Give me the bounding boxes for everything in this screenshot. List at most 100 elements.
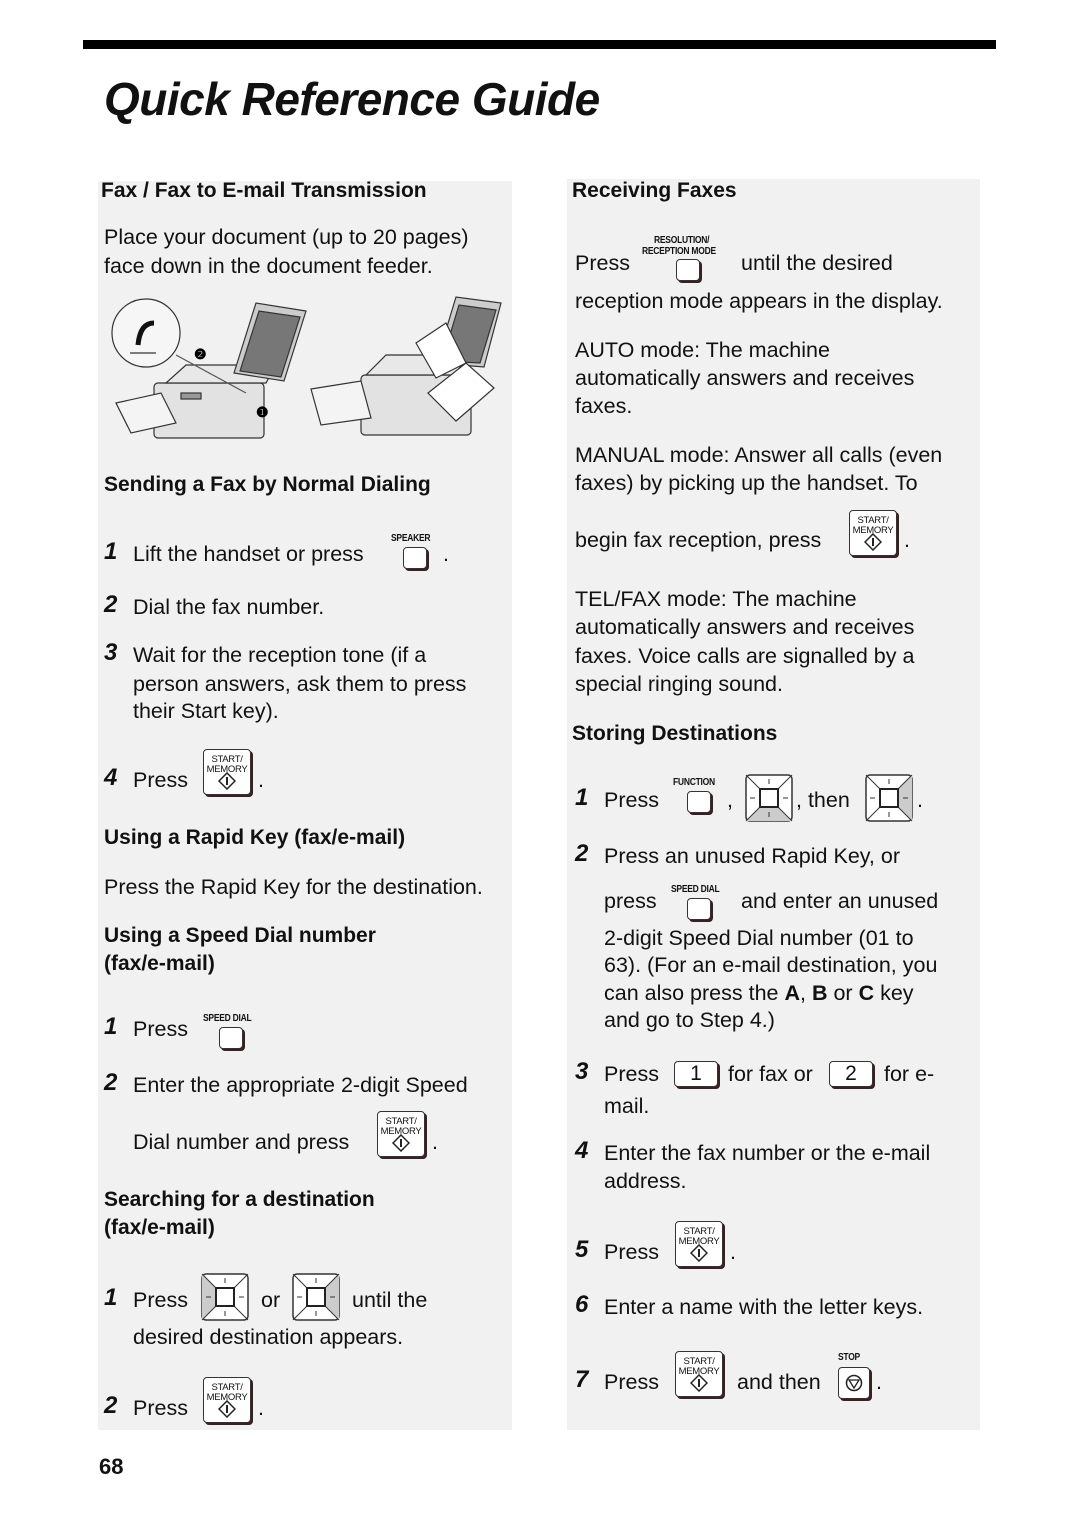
start-memory-key[interactable]: START/MEMORY <box>675 1351 723 1397</box>
step-number: 1 <box>104 538 118 565</box>
manual-mode-line: faxes) by picking up the handset. To <box>575 471 918 495</box>
period: . <box>432 1130 438 1154</box>
step-text: address. <box>604 1169 687 1193</box>
stop-key-label: STOP <box>838 1352 860 1363</box>
then-text: , then <box>796 788 850 812</box>
step-number: 3 <box>575 1058 589 1085</box>
step-number: 1 <box>575 784 589 811</box>
telfax-mode-line: TEL/FAX mode: The machine <box>575 587 857 611</box>
search-heading: Searching for a destination <box>104 1188 375 1211</box>
step-text: Enter the appropriate 2-digit Speed <box>133 1073 468 1097</box>
step-text: 2-digit Speed Dial number (01 to <box>604 926 914 950</box>
start-memory-key[interactable]: START/MEMORY <box>377 1111 425 1157</box>
left-arrow-key[interactable] <box>201 1273 249 1321</box>
resolution-key-label: RESOLUTION/ <box>654 235 710 246</box>
step-number: 2 <box>104 591 118 618</box>
rapid-key-text: Press the Rapid Key for the destination. <box>104 875 483 899</box>
number-key-2[interactable]: 2 <box>829 1061 873 1087</box>
text: , <box>800 981 812 1005</box>
step-text: Press <box>133 1396 188 1420</box>
step-number: 1 <box>104 1284 118 1311</box>
step-number: 3 <box>104 639 118 666</box>
telfax-mode-line: special ringing sound. <box>575 672 783 696</box>
right-arrow-key[interactable] <box>292 1273 340 1321</box>
speed-dial-key[interactable] <box>687 898 711 920</box>
step-text: for e- <box>884 1062 935 1086</box>
speaker-key-icon[interactable] <box>403 547 427 569</box>
speed-dial-heading: Using a Speed Dial number <box>104 924 376 947</box>
start-memory-key[interactable]: START/MEMORY <box>849 510 897 556</box>
step-text: Press <box>133 1288 188 1312</box>
function-key[interactable] <box>687 791 711 813</box>
recv-press: Press <box>575 251 630 275</box>
key-b: B <box>811 981 828 1005</box>
start-diamond-icon <box>864 533 882 551</box>
search-heading-2: (fax/e-mail) <box>104 1216 215 1239</box>
fax-intro-line2: face down in the document feeder. <box>104 254 433 278</box>
step-number: 1 <box>104 1013 118 1040</box>
number-key-1[interactable]: 1 <box>674 1061 718 1087</box>
step-text: and go to Step 4.) <box>604 1008 775 1032</box>
speed-dial-key-label: SPEED DIAL <box>671 884 720 895</box>
step-text: Press an unused Rapid Key, or <box>604 844 900 868</box>
step-number: 2 <box>104 1069 118 1096</box>
start-diamond-icon <box>392 1134 410 1152</box>
auto-mode-line: AUTO mode: The machine <box>575 338 830 362</box>
step-text: until the <box>352 1288 428 1312</box>
page-number: 68 <box>99 1454 124 1479</box>
fax-transmission-heading: Fax / Fax to E-mail Transmission <box>101 179 427 202</box>
start-memory-key[interactable]: START/MEMORY <box>203 1377 251 1423</box>
step-text: Dial number and press <box>133 1130 350 1154</box>
callout-1: ❶ <box>256 404 269 420</box>
period: . <box>876 1370 882 1394</box>
step-text: and then <box>737 1370 821 1394</box>
page-title: Quick Reference Guide <box>104 73 600 125</box>
header-rule <box>83 40 996 49</box>
step-number: 2 <box>575 840 589 867</box>
step-text: Enter a name with the letter keys. <box>604 1295 924 1319</box>
period: . <box>904 528 910 552</box>
telfax-mode-line: faxes. Voice calls are signalled by a <box>575 644 915 668</box>
step-text: desired destination appears. <box>133 1325 404 1349</box>
speed-dial-key-icon[interactable] <box>219 1027 243 1049</box>
right-column: Receiving Faxes Press RESOLUTION/ RECEPT… <box>567 179 980 1430</box>
auto-mode-line: automatically answers and receives <box>575 366 915 390</box>
resolution-key-label-2: RECEPTION MODE <box>642 246 716 257</box>
function-key-label: FUNCTION <box>673 777 715 788</box>
step-text: press <box>604 889 657 913</box>
step-number: 4 <box>575 1137 589 1164</box>
start-diamond-icon <box>690 1374 708 1392</box>
rapid-key-heading: Using a Rapid Key (fax/e-mail) <box>104 826 406 849</box>
step-number: 7 <box>575 1366 589 1393</box>
manual-mode-line: MANUAL mode: Answer all calls (even <box>575 443 943 467</box>
receiving-faxes-heading: Receiving Faxes <box>572 179 737 202</box>
stop-key[interactable] <box>838 1367 870 1399</box>
step-text: Press <box>604 1062 659 1086</box>
start-diamond-icon <box>218 1400 236 1418</box>
telfax-mode-line: automatically answers and receives <box>575 615 915 639</box>
step-text: Press <box>604 1370 659 1394</box>
right-arrow-key[interactable] <box>865 774 913 822</box>
start-memory-key[interactable]: START/MEMORY <box>203 749 251 795</box>
step-text: Press <box>133 768 188 792</box>
speed-dial-key-label: SPEED DIAL <box>203 1013 252 1024</box>
resolution-reception-mode-key[interactable] <box>676 259 700 281</box>
storing-destinations-heading: Storing Destinations <box>572 722 778 745</box>
manual-mode-line: begin fax reception, press <box>575 528 822 552</box>
fax-machine-illustration: ❷ ❶ <box>111 296 502 439</box>
step-number: 2 <box>104 1392 118 1419</box>
period: . <box>443 542 449 566</box>
step-text: Press <box>604 788 659 812</box>
step-text: can also press the A, B or C key <box>604 979 914 1008</box>
step-text: Dial the fax number. <box>133 595 325 619</box>
step-text: for fax or <box>728 1062 813 1086</box>
period: . <box>258 768 264 792</box>
callout-2: ❷ <box>194 346 207 362</box>
step-text: Press <box>604 1240 659 1264</box>
step-text: and enter an unused <box>741 889 939 913</box>
down-arrow-key[interactable] <box>745 774 793 822</box>
speaker-key-label: SPEAKER <box>391 533 431 544</box>
auto-mode-line: faxes. <box>575 394 633 418</box>
or-text: or <box>261 1288 281 1312</box>
start-memory-key[interactable]: START/MEMORY <box>675 1221 723 1267</box>
